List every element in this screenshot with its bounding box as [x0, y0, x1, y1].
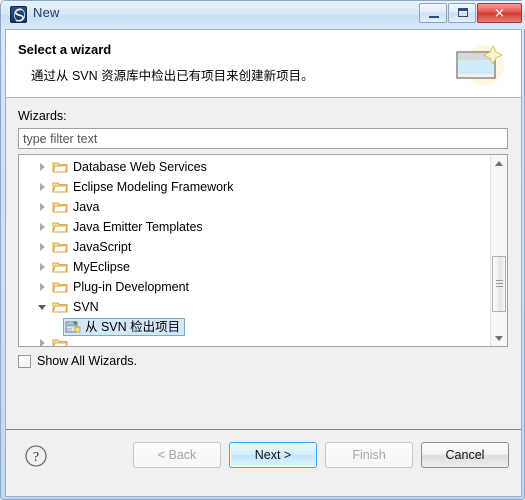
dialog-buttons: < Back Next > Finish Cancel	[133, 442, 509, 468]
folder-icon	[52, 240, 68, 254]
tree-row-partial[interactable]	[19, 337, 491, 346]
svn-checkout-icon	[65, 320, 81, 335]
chevron-right-icon[interactable]	[37, 221, 50, 234]
tree-row[interactable]: Java Emitter Templates	[19, 217, 491, 237]
wizard-tree[interactable]: Database Web Services Eclipse Modeling F…	[18, 154, 508, 347]
close-icon: ✕	[494, 5, 505, 21]
maximize-icon	[458, 8, 468, 17]
chevron-down-icon[interactable]	[37, 301, 50, 314]
scrollbar-grip-icon	[496, 280, 503, 287]
maximize-button[interactable]	[448, 3, 476, 23]
svg-text:?: ?	[33, 450, 39, 465]
folder-icon	[52, 337, 68, 346]
chevron-right-icon[interactable]	[37, 261, 50, 274]
tree-item-label: Database Web Services	[73, 160, 207, 174]
tree-row-svn-checkout[interactable]: 从 SVN 检出项目	[19, 317, 491, 337]
tree-item-label: Java Emitter Templates	[73, 220, 203, 234]
chevron-right-icon[interactable]	[37, 181, 50, 194]
folder-icon	[52, 180, 68, 194]
wizard-header: Select a wizard 通过从 SVN 资源库中检出已有项目来创建新项目…	[6, 30, 521, 98]
window-controls: ✕	[418, 3, 522, 23]
tree-row-svn[interactable]: SVN	[19, 297, 491, 317]
folder-icon	[52, 280, 68, 294]
folder-icon	[52, 260, 68, 274]
show-all-wizards-checkbox[interactable]	[18, 354, 31, 368]
tree-row[interactable]: Plug-in Development	[19, 277, 491, 297]
help-icon[interactable]: ?	[24, 444, 48, 468]
close-button[interactable]: ✕	[477, 3, 522, 23]
tree-item-label: MyEclipse	[73, 260, 130, 274]
minimize-icon	[429, 16, 439, 18]
tree-row[interactable]: Database Web Services	[19, 157, 491, 177]
scrollbar-thumb[interactable]	[492, 256, 506, 312]
tree-item-label: 从 SVN 检出项目	[85, 320, 181, 334]
eclipse-app-icon	[10, 6, 27, 23]
tree-item-label: JavaScript	[73, 240, 132, 254]
wizard-banner-icon	[451, 38, 507, 90]
tree-row[interactable]: Eclipse Modeling Framework	[19, 177, 491, 197]
chevron-right-icon[interactable]	[37, 161, 50, 174]
next-button[interactable]: Next >	[229, 442, 317, 468]
scroll-down-arrow[interactable]	[491, 330, 507, 346]
scroll-up-arrow[interactable]	[491, 155, 507, 171]
tree-items: Database Web Services Eclipse Modeling F…	[19, 157, 491, 346]
dialog-frame: Select a wizard 通过从 SVN 资源库中检出已有项目来创建新项目…	[5, 29, 522, 497]
minimize-button[interactable]	[419, 3, 447, 23]
finish-button[interactable]: Finish	[325, 442, 413, 468]
wizard-body: Wizards: Database Web Services	[6, 98, 521, 429]
tree-item-label: Java	[73, 200, 100, 214]
tree-item-label: SVN	[73, 300, 99, 314]
title-bar[interactable]: New ✕	[1, 1, 525, 29]
back-button[interactable]: < Back	[133, 442, 221, 468]
tree-row[interactable]: MyEclipse	[19, 257, 491, 277]
folder-icon	[52, 300, 68, 314]
tree-scrollbar[interactable]	[490, 155, 507, 346]
wizards-label: Wizards:	[18, 109, 67, 123]
filter-input[interactable]	[18, 128, 508, 149]
window-title: New	[33, 5, 60, 20]
tree-row[interactable]: Java	[19, 197, 491, 217]
chevron-right-icon[interactable]	[37, 201, 50, 214]
folder-icon	[52, 200, 68, 214]
show-all-wizards-label: Show All Wizards.	[37, 354, 138, 368]
new-wizard-window: New ✕ Select a wizard 通过从 SVN 资源库中检出已有项目…	[0, 0, 525, 500]
folder-icon	[52, 160, 68, 174]
tree-item-label: Eclipse Modeling Framework	[73, 180, 234, 194]
chevron-right-icon[interactable]	[37, 337, 50, 346]
show-all-wizards-row[interactable]: Show All Wizards.	[18, 354, 137, 368]
page-description: 通过从 SVN 资源库中检出已有项目来创建新项目。	[31, 69, 314, 83]
tree-row[interactable]: JavaScript	[19, 237, 491, 257]
chevron-right-icon[interactable]	[37, 281, 50, 294]
dialog-button-bar: ? < Back Next > Finish Cancel	[6, 429, 521, 496]
page-title: Select a wizard	[18, 42, 112, 57]
folder-icon	[52, 220, 68, 234]
chevron-right-icon[interactable]	[37, 241, 50, 254]
cancel-button[interactable]: Cancel	[421, 442, 509, 468]
tree-item-label: Plug-in Development	[73, 280, 190, 294]
